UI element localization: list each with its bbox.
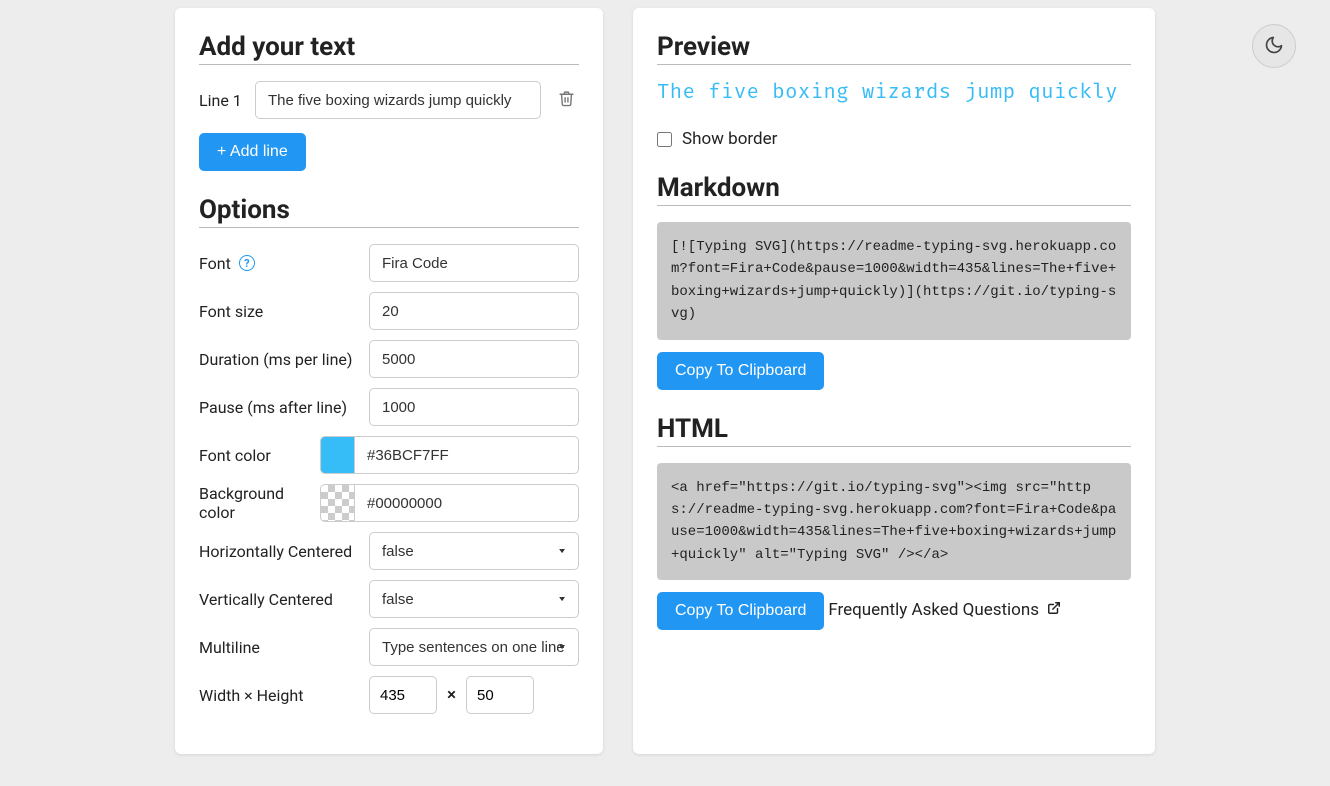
- multiline-label: Multiline: [199, 638, 260, 657]
- html-code[interactable]: <a href="https://git.io/typing-svg"><img…: [657, 463, 1131, 581]
- html-heading: HTML: [657, 414, 1131, 447]
- font-size-input[interactable]: [369, 292, 579, 330]
- faq-label: Frequently Asked Questions: [828, 600, 1039, 620]
- duration-label: Duration (ms per line): [199, 350, 352, 369]
- width-input[interactable]: [369, 676, 437, 714]
- trash-icon: [558, 90, 575, 110]
- external-link-icon: [1047, 600, 1061, 620]
- font-color-input[interactable]: [354, 436, 579, 474]
- delete-line-button[interactable]: [553, 87, 579, 113]
- show-border-checkbox[interactable]: [657, 132, 672, 147]
- pause-input[interactable]: [369, 388, 579, 426]
- hcenter-select[interactable]: false: [369, 532, 579, 570]
- line-row-1: Line 1: [199, 81, 579, 119]
- add-text-heading: Add your text: [199, 32, 579, 65]
- multiline-select[interactable]: Type sentences on one line: [369, 628, 579, 666]
- help-icon[interactable]: ?: [239, 255, 255, 271]
- font-size-label: Font size: [199, 302, 263, 321]
- bg-color-swatch[interactable]: [320, 484, 354, 522]
- height-input[interactable]: [466, 676, 534, 714]
- dimensions-label: Width × Height: [199, 686, 303, 705]
- font-label: Font: [199, 254, 231, 273]
- bg-color-input[interactable]: [354, 484, 579, 522]
- right-panel: Preview The five boxing wizards jump qui…: [633, 8, 1155, 754]
- line-1-label: Line 1: [199, 91, 243, 110]
- pause-label: Pause (ms after line): [199, 398, 347, 417]
- font-color-label: Font color: [199, 446, 271, 465]
- preview-heading: Preview: [657, 32, 1131, 65]
- vcenter-label: Vertically Centered: [199, 590, 333, 609]
- options-heading: Options: [199, 195, 579, 228]
- vcenter-select[interactable]: false: [369, 580, 579, 618]
- theme-toggle-button[interactable]: [1252, 24, 1296, 68]
- moon-icon: [1264, 35, 1284, 58]
- markdown-heading: Markdown: [657, 173, 1131, 206]
- markdown-code[interactable]: [![Typing SVG](https://readme-typing-svg…: [657, 222, 1131, 340]
- line-1-input[interactable]: [255, 81, 541, 119]
- dimensions-separator: ×: [447, 685, 456, 705]
- left-panel: Add your text Line 1 + Add line Options …: [175, 8, 603, 754]
- bg-color-label: Background color: [199, 484, 320, 522]
- preview-text: The five boxing wizards jump quickly: [657, 81, 1131, 105]
- add-line-button[interactable]: + Add line: [199, 133, 306, 171]
- duration-input[interactable]: [369, 340, 579, 378]
- show-border-label: Show border: [682, 129, 777, 149]
- font-input[interactable]: [369, 244, 579, 282]
- hcenter-label: Horizontally Centered: [199, 542, 352, 561]
- copy-html-button[interactable]: Copy To Clipboard: [657, 592, 824, 630]
- faq-link[interactable]: Frequently Asked Questions: [828, 600, 1061, 620]
- font-color-swatch[interactable]: [320, 436, 354, 474]
- copy-markdown-button[interactable]: Copy To Clipboard: [657, 352, 824, 390]
